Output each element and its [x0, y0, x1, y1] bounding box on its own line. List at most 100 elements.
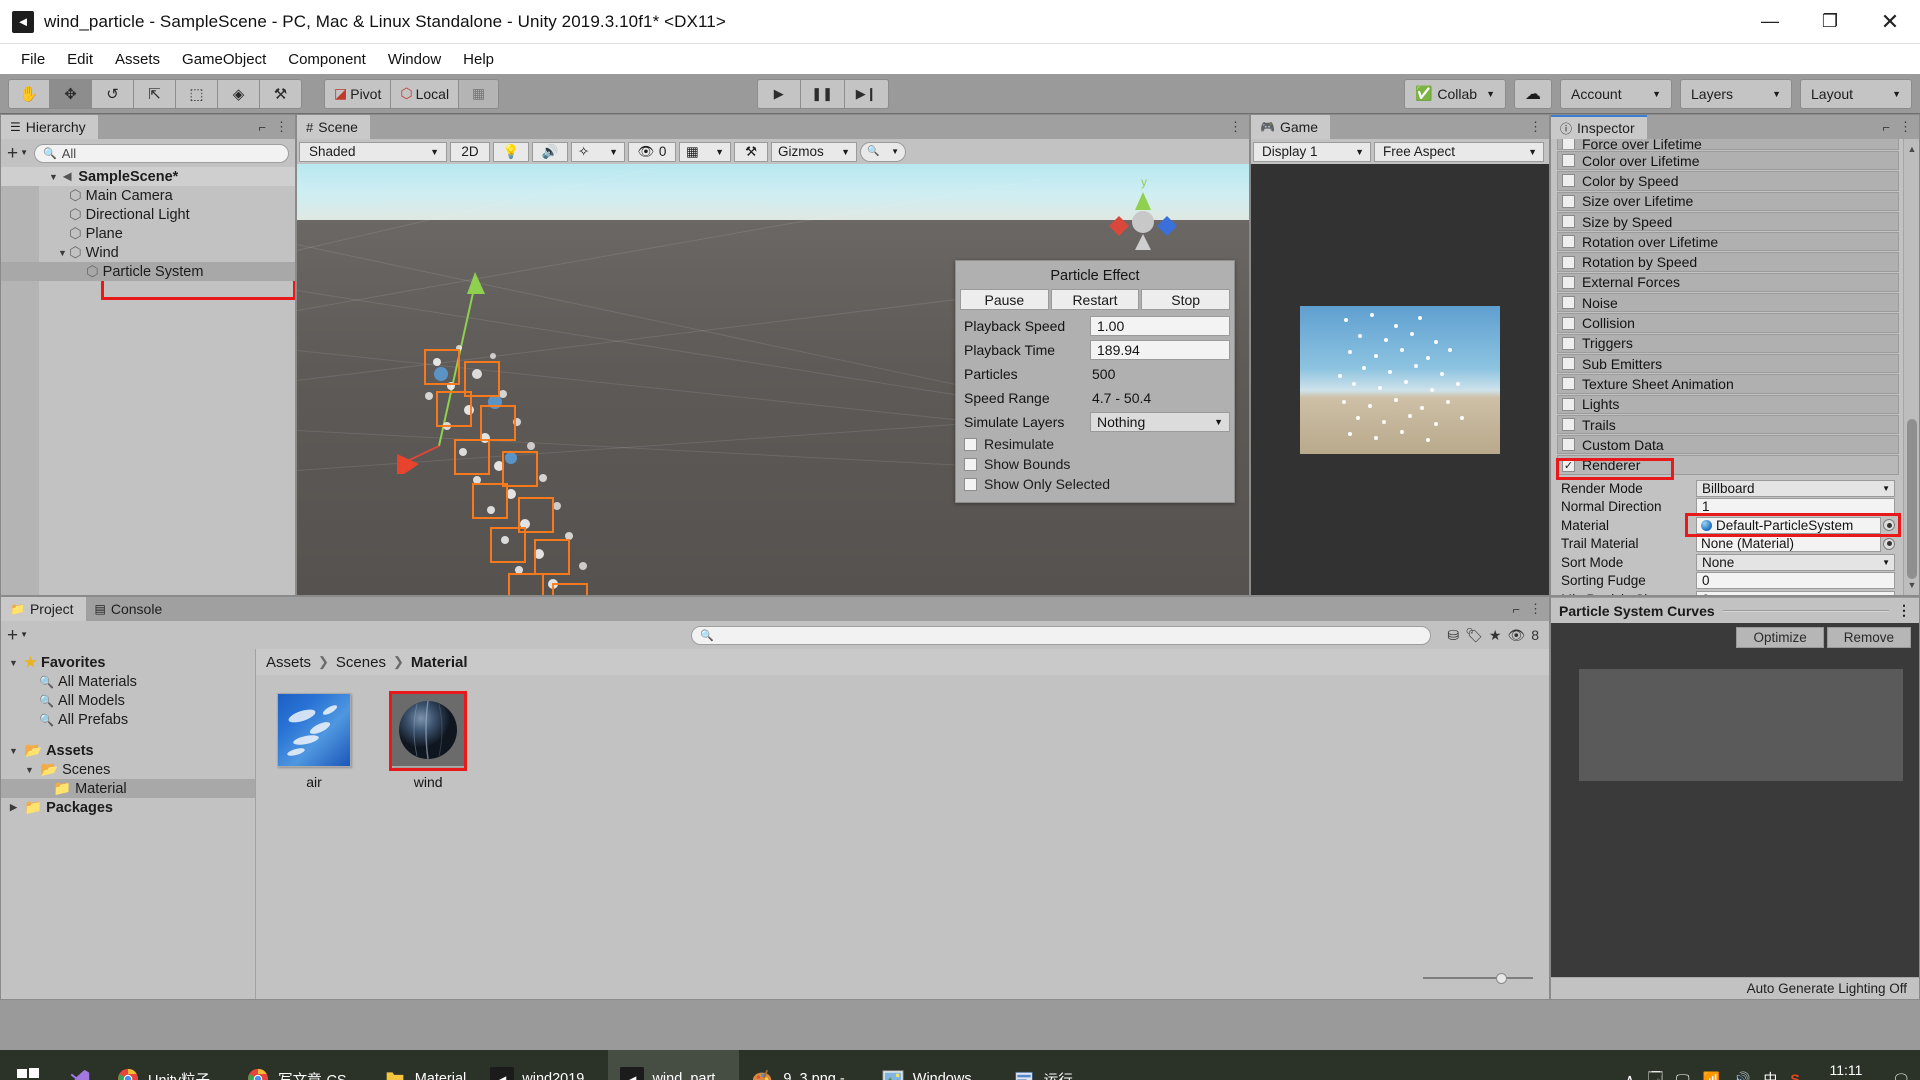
show-only-selected-checkbox[interactable]: Show Only Selected: [960, 474, 1230, 494]
remove-button[interactable]: Remove: [1826, 627, 1911, 648]
taskbar-item-material-folder[interactable]: Material: [371, 1050, 479, 1080]
scene-lighting-toggle[interactable]: 💡: [493, 141, 529, 162]
optimize-button[interactable]: Optimize: [1736, 627, 1824, 648]
hierarchy-item-plane[interactable]: ⬡ Plane: [1, 224, 295, 243]
scene-2d-toggle[interactable]: 2D: [450, 141, 490, 162]
object-picker-icon[interactable]: [1883, 519, 1895, 531]
pause-button[interactable]: ❚❚: [800, 78, 845, 109]
checkbox-icon[interactable]: [1562, 397, 1575, 411]
menu-help[interactable]: Help: [452, 49, 505, 70]
tree-packages[interactable]: ▶ 📁 Packages: [1, 798, 255, 817]
layers-button[interactable]: Layers ▼: [1680, 78, 1792, 109]
tree-assets[interactable]: ▼ 📂 Assets: [1, 741, 255, 760]
scene-viewport[interactable]: y Particle Effect Pause Restart Stop Pla…: [297, 164, 1249, 595]
start-button[interactable]: [0, 1050, 56, 1080]
taskbar-item-wind-particle[interactable]: ◄ wind_part...: [608, 1050, 740, 1080]
hierarchy-item-wind[interactable]: ▼ ⬡ Wind: [1, 243, 295, 262]
create-object-button[interactable]: + ▼: [7, 144, 28, 163]
chevron-down-icon[interactable]: ▼: [56, 248, 69, 258]
taskbar-item-chrome-unity[interactable]: Unity粒子...: [104, 1050, 234, 1080]
module-external-forces[interactable]: External Forces: [1557, 272, 1899, 293]
module-lights[interactable]: Lights: [1557, 394, 1899, 414]
scene-tools-button[interactable]: ⚒: [734, 141, 768, 162]
minimize-button[interactable]: —: [1740, 0, 1800, 44]
tree-material[interactable]: 📁 Material: [1, 779, 255, 798]
rect-tool-icon[interactable]: ⬚: [176, 78, 218, 109]
checkbox-icon[interactable]: [1562, 377, 1575, 391]
chevron-right-icon[interactable]: ▶: [7, 802, 20, 813]
checkbox-icon[interactable]: [1562, 336, 1575, 350]
normal-direction-input[interactable]: 1: [1696, 498, 1895, 515]
checkbox-icon[interactable]: [1562, 357, 1575, 371]
module-size-over-lifetime[interactable]: Size over Lifetime: [1557, 191, 1899, 211]
tree-all-prefabs[interactable]: 🔍 All Prefabs: [1, 710, 255, 729]
scroll-up-icon[interactable]: ▲: [1904, 141, 1919, 157]
checkbox-icon[interactable]: [1562, 316, 1575, 330]
particle-effect-dialog[interactable]: Particle Effect Pause Restart Stop Playb…: [955, 260, 1235, 503]
asset-grid[interactable]: air wind: [256, 675, 1549, 999]
checkbox-icon[interactable]: [1562, 194, 1575, 208]
lock-icon[interactable]: ⌐: [258, 120, 266, 135]
min-particle-size-input[interactable]: 0: [1696, 590, 1895, 595]
module-sub-emitters[interactable]: Sub Emitters: [1557, 353, 1899, 374]
checkbox-icon[interactable]: [1562, 235, 1575, 249]
module-rotation-by-speed[interactable]: Rotation by Speed: [1557, 252, 1899, 272]
filter-by-label-icon[interactable]: 🏷: [1465, 627, 1483, 644]
scrollbar-thumb[interactable]: [1907, 419, 1917, 579]
taskbar-item-paint[interactable]: 9_3.png -...: [739, 1050, 868, 1080]
particle-system-curves-header[interactable]: Particle System Curves ⋮: [1551, 597, 1919, 623]
scale-tool-icon[interactable]: ⇱: [134, 78, 176, 109]
tab-project[interactable]: 📁 Project: [1, 597, 86, 621]
trail-material-object-field[interactable]: None (Material): [1696, 535, 1881, 552]
favorites-star-icon[interactable]: ★: [1489, 627, 1502, 644]
module-collision[interactable]: Collision: [1557, 313, 1899, 333]
hierarchy-item-particle-system[interactable]: ⬡ Particle System: [1, 262, 295, 281]
module-texture-sheet-animation[interactable]: Texture Sheet Animation: [1557, 374, 1899, 394]
module-size-by-speed[interactable]: Size by Speed: [1557, 211, 1899, 232]
hidden-packages-icon[interactable]: 👁: [1507, 627, 1525, 644]
tree-all-models[interactable]: 🔍 All Models: [1, 691, 255, 710]
local-toggle[interactable]: ⬡ Local: [391, 78, 460, 109]
resimulate-checkbox[interactable]: Resimulate: [960, 434, 1230, 454]
render-mode-dropdown[interactable]: Billboard ▼: [1696, 479, 1895, 497]
curves-canvas[interactable]: Optimize Remove: [1551, 623, 1919, 977]
tab-game[interactable]: 🎮 Game: [1251, 115, 1331, 139]
checkbox-icon[interactable]: [1562, 154, 1575, 168]
chevron-down-icon[interactable]: ▼: [7, 746, 20, 756]
tree-favorites[interactable]: ▼ ★ Favorites: [1, 653, 255, 672]
module-noise[interactable]: Noise: [1557, 293, 1899, 313]
menu-file[interactable]: File: [10, 49, 56, 70]
asset-zoom-slider[interactable]: [1423, 971, 1533, 985]
account-button[interactable]: Account ▼: [1560, 78, 1672, 109]
hierarchy-search-input[interactable]: 🔍 All: [34, 143, 289, 163]
game-viewport[interactable]: [1251, 164, 1549, 595]
tree-all-materials[interactable]: 🔍 All Materials: [1, 672, 255, 691]
checkbox-icon[interactable]: [1562, 139, 1575, 149]
chevron-down-icon[interactable]: ▼: [23, 765, 36, 775]
taskbar-item-run[interactable]: 运行: [1000, 1050, 1085, 1080]
sort-mode-dropdown[interactable]: None ▼: [1696, 553, 1895, 571]
move-tool-icon[interactable]: ✥: [50, 78, 92, 109]
scene-hidden-objects[interactable]: 👁 0: [628, 141, 676, 162]
taskbar-item-wind2019[interactable]: ◄ wind2019...: [478, 1050, 608, 1080]
tree-scenes[interactable]: ▼ 📂 Scenes: [1, 760, 255, 779]
checkbox-icon[interactable]: [1562, 275, 1575, 289]
module-triggers[interactable]: Triggers: [1557, 333, 1899, 353]
pause-button[interactable]: Pause: [960, 289, 1049, 310]
maximize-button[interactable]: ❐: [1800, 0, 1860, 44]
scene-orientation-gizmo[interactable]: y: [1083, 174, 1203, 274]
checkbox-icon[interactable]: [1562, 296, 1575, 310]
module-renderer[interactable]: ✓ Renderer: [1557, 455, 1899, 475]
filter-by-type-icon[interactable]: ⛁: [1447, 627, 1459, 644]
kebab-menu-icon[interactable]: ⋮: [1897, 602, 1911, 619]
scene-grid-dropdown[interactable]: ▦ ▼: [679, 141, 731, 162]
module-custom-data[interactable]: Custom Data: [1557, 435, 1899, 455]
tab-hierarchy[interactable]: ☰ Hierarchy: [1, 115, 98, 139]
checkbox-icon[interactable]: [1562, 174, 1575, 188]
module-color-over-lifetime[interactable]: Color over Lifetime: [1557, 151, 1899, 171]
asset-item-air[interactable]: air: [268, 693, 360, 790]
chevron-down-icon[interactable]: ▼: [7, 658, 20, 668]
scene-fx-dropdown[interactable]: ✧ ▼: [571, 141, 625, 162]
play-button[interactable]: ▶: [756, 78, 801, 109]
show-bounds-checkbox[interactable]: Show Bounds: [960, 454, 1230, 474]
